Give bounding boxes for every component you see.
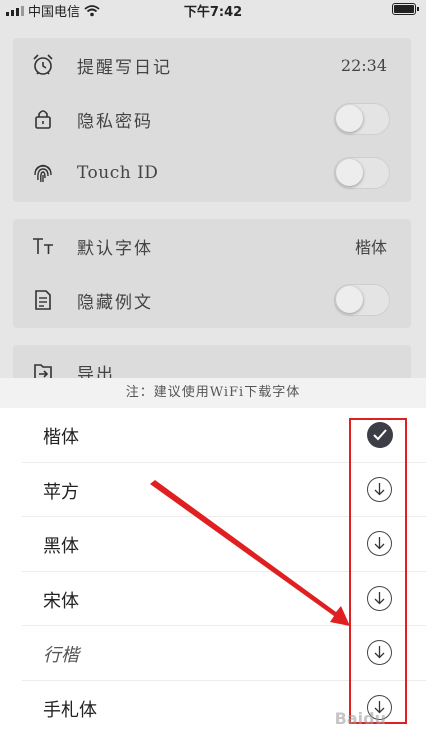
hide-example-label: 隐藏例文 — [77, 292, 153, 313]
battery-icon — [392, 3, 419, 15]
default-font-label: 默认字体 — [77, 238, 153, 259]
row-diary-reminder[interactable]: 提醒写日记 22:34 — [13, 38, 411, 92]
watermark: Baidu — [334, 709, 386, 728]
diary-reminder-label: 提醒写日记 — [77, 57, 172, 78]
font-icon — [33, 238, 53, 254]
row-privacy-password: 隐私密码 — [13, 92, 411, 146]
privacy-password-toggle[interactable] — [334, 103, 390, 135]
alarm-clock-icon — [33, 54, 53, 75]
font-sheet-note: 注：建议使用WiFi下载字体 — [0, 378, 426, 408]
default-font-value: 楷体 — [354, 238, 387, 257]
fingerprint-icon — [34, 164, 52, 183]
row-touch-id: Touch ID — [13, 146, 411, 200]
lock-icon — [35, 110, 51, 129]
font-name: 苹方 — [43, 481, 79, 503]
touch-id-toggle[interactable] — [334, 157, 390, 189]
document-icon — [35, 290, 51, 310]
font-name: 黑体 — [43, 536, 79, 557]
settings-card-fonts: 默认字体 楷体 隐藏例文 — [13, 219, 411, 328]
font-name: 楷体 — [43, 427, 79, 448]
touch-id-label: Touch ID — [77, 163, 159, 183]
font-name: 手札体 — [43, 699, 97, 721]
row-hide-example: 隐藏例文 — [13, 273, 411, 327]
font-name: 宋体 — [43, 590, 79, 612]
privacy-password-label: 隐私密码 — [77, 111, 153, 132]
status-bar: 中国电信 下午7:42 — [0, 0, 426, 20]
status-time: 下午7:42 — [183, 5, 243, 20]
row-default-font[interactable]: 默认字体 楷体 — [13, 219, 411, 273]
diary-reminder-time: 22:34 — [340, 55, 387, 75]
annotation-box — [349, 418, 407, 724]
font-name: 行楷 — [43, 645, 79, 666]
hide-example-toggle[interactable] — [334, 284, 390, 316]
settings-card-reminders: 提醒写日记 22:34 隐私密码 Touch ID — [13, 38, 411, 202]
